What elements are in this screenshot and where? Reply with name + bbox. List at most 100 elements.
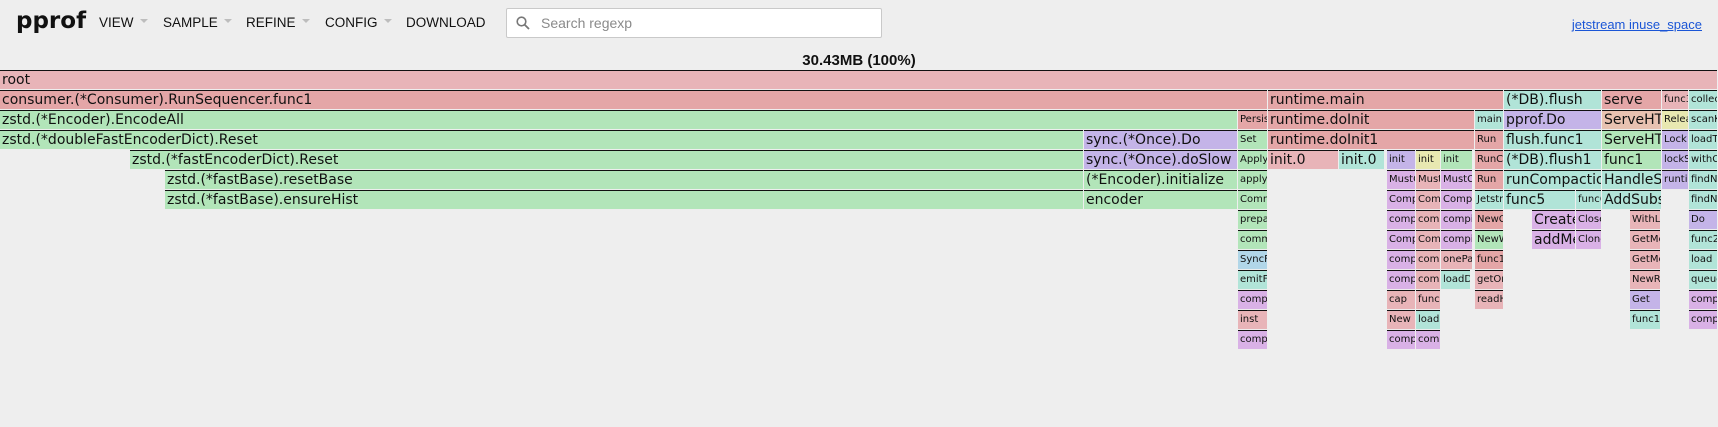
flame-frame-loaddata[interactable]: loadData [1441, 270, 1470, 289]
flame-frame-findnode[interactable]: findNode [1689, 190, 1717, 209]
flame-frame-lockslow[interactable]: lockSlow [1662, 150, 1688, 169]
flame-frame-persist[interactable]: Persist [1238, 110, 1267, 129]
menu-download[interactable]: DOWNLOAD [406, 15, 486, 30]
flame-frame-zstd-encoder-encodeall[interactable]: zstd.(*Encoder).EncodeAll [0, 110, 1237, 129]
flame-frame-compile[interactable]: compile [1416, 330, 1440, 349]
flame-frame-set[interactable]: Set [1238, 130, 1267, 149]
flame-frame-func3[interactable]: func3 [1662, 90, 1688, 109]
flame-frame-run[interactable]: Run [1475, 170, 1503, 189]
flame-frame-db-flush[interactable]: (*DB).flush [1504, 90, 1601, 109]
flame-frame-init[interactable]: init [1416, 150, 1440, 169]
flame-frame-compile[interactable]: compile [1387, 250, 1415, 269]
profile-link[interactable]: jetstream inuse_space [1572, 17, 1702, 32]
flame-frame-runcommand[interactable]: RunCommand [1475, 150, 1503, 169]
flame-frame-init-0[interactable]: init.0 [1339, 150, 1384, 169]
flame-frame-compile[interactable]: compile [1416, 270, 1440, 289]
flame-frame-getmetrics[interactable]: GetMetrics [1630, 230, 1660, 249]
flame-frame-withlabels[interactable]: WithLabels [1630, 210, 1660, 229]
flame-frame-get[interactable]: Get [1630, 290, 1660, 309]
flame-frame-func1[interactable]: func1 [1630, 310, 1660, 329]
flame-frame-compile[interactable]: Compile [1416, 190, 1440, 209]
flame-frame-compile[interactable]: compile [1416, 210, 1440, 229]
flame-frame-prepare[interactable]: prepare [1238, 210, 1267, 229]
flame-frame-emitfile[interactable]: emitFile [1238, 270, 1267, 289]
flame-frame-getorcreate[interactable]: getOrCreate [1475, 270, 1503, 289]
flame-frame-consumer-consumer-runsequencer-func1[interactable]: consumer.(*Consumer).RunSequencer.func1 [0, 90, 1267, 109]
flame-frame-withcache[interactable]: withCache [1689, 150, 1717, 169]
flame-frame-servehttp[interactable]: ServeHTTP [1602, 130, 1661, 149]
flame-frame-runtime-main[interactable]: runtime.main [1268, 90, 1503, 109]
flame-frame-getmetrics[interactable]: GetMetrics [1630, 250, 1660, 269]
flame-frame-func2[interactable]: func2 [1689, 230, 1717, 249]
flame-frame-zstd-fastencoderdict-reset[interactable]: zstd.(*fastEncoderDict).Reset [130, 150, 1083, 169]
flame-frame-close[interactable]: Close [1576, 210, 1601, 229]
flame-frame-compile[interactable]: compile [1387, 210, 1415, 229]
flame-frame-compile[interactable]: compile [1416, 250, 1440, 269]
flame-frame-lock[interactable]: Lock [1662, 130, 1688, 149]
flame-frame-func5[interactable]: func5 [1504, 190, 1575, 209]
menu-view[interactable]: VIEW [99, 15, 148, 30]
flame-frame-compile[interactable]: Compile [1416, 230, 1440, 249]
flame-frame-func6[interactable]: func6 [1576, 190, 1601, 209]
flame-frame-collect[interactable]: collect [1689, 90, 1717, 109]
flame-frame-flush-func1[interactable]: flush.func1 [1504, 130, 1601, 149]
flame-frame-readheader[interactable]: readHeader [1475, 290, 1503, 309]
flame-frame-cap[interactable]: cap [1387, 290, 1415, 309]
menu-config[interactable]: CONFIG [325, 15, 392, 30]
flame-frame-compile[interactable]: Compile [1387, 190, 1415, 209]
flame-frame-pprof-do[interactable]: pprof.Do [1504, 110, 1601, 129]
menu-refine[interactable]: REFINE [246, 15, 310, 30]
flame-frame-release[interactable]: Release [1662, 110, 1688, 129]
flame-frame-root[interactable]: root [0, 70, 1717, 89]
flame-frame-run[interactable]: Run [1475, 130, 1503, 149]
flame-frame-clone[interactable]: Clone [1576, 230, 1601, 249]
flame-frame-syncfile[interactable]: SyncFile [1238, 250, 1267, 269]
flame-frame-zstd-fastbase-ensurehist[interactable]: zstd.(*fastBase).ensureHist [165, 190, 1083, 209]
flame-frame-db-flush1[interactable]: (*DB).flush1 [1504, 150, 1601, 169]
flame-frame-runtime-doinit1[interactable]: runtime.doInit1 [1268, 130, 1474, 149]
flame-frame-init[interactable]: init [1441, 150, 1472, 169]
flame-frame-compile[interactable]: Compile [1387, 230, 1415, 249]
flame-frame-newworker[interactable]: NewWorker [1475, 230, 1503, 249]
flame-frame-mustcompile[interactable]: MustCompile [1416, 170, 1440, 189]
flame-frame-compile[interactable]: compile [1689, 310, 1717, 329]
flame-frame-encoder-initialize[interactable]: (*Encoder).initialize [1084, 170, 1237, 189]
flame-frame-serve[interactable]: serve [1602, 90, 1661, 109]
flame-frame-zstd-doublefastencoderdict-reset[interactable]: zstd.(*doubleFastEncoderDict).Reset [0, 130, 1083, 149]
flame-frame-encoder[interactable]: encoder [1084, 190, 1237, 209]
flame-frame-commit[interactable]: Commit [1238, 190, 1267, 209]
flame-frame-commit[interactable]: commit [1238, 230, 1267, 249]
flame-frame-func1[interactable]: func1 [1602, 150, 1661, 169]
flame-frame-loadtable[interactable]: loadTable [1689, 130, 1717, 149]
flame-frame-compile[interactable]: Compile [1441, 190, 1472, 209]
flame-frame-queue[interactable]: queue [1689, 270, 1717, 289]
flame-frame-findnode[interactable]: findNode [1689, 170, 1717, 189]
flame-frame-onepass[interactable]: onePass [1441, 250, 1472, 269]
flame-frame-init[interactable]: init [1387, 150, 1415, 169]
flame-frame-addmetadata[interactable]: addMetadata [1532, 230, 1575, 249]
flame-frame-func1[interactable]: func1 [1475, 250, 1503, 269]
flame-frame-jetstream[interactable]: Jetstream [1475, 190, 1503, 209]
flame-frame-compile[interactable]: compile [1387, 270, 1415, 289]
flame-frame-runtime-doinit[interactable]: runtime.doInit [1268, 110, 1474, 129]
flame-frame-applyentry[interactable]: applyEntry [1238, 170, 1267, 189]
flame-frame-main[interactable]: main [1475, 110, 1503, 129]
flame-frame-load[interactable]: load [1416, 310, 1440, 329]
flame-frame-compile[interactable]: compile [1238, 290, 1267, 309]
flame-frame-do[interactable]: Do [1689, 210, 1717, 229]
menu-sample[interactable]: SAMPLE [163, 15, 232, 30]
flame-frame-compile[interactable]: compile [1238, 330, 1267, 349]
flame-frame-compile[interactable]: compile [1441, 210, 1472, 229]
flame-frame-scankey[interactable]: scanKey [1689, 110, 1717, 129]
search-input[interactable] [535, 9, 887, 37]
flame-frame-sync-once-doslow[interactable]: sync.(*Once).doSlow [1084, 150, 1237, 169]
flame-frame-zstd-fastbase-resetbase[interactable]: zstd.(*fastBase).resetBase [165, 170, 1083, 189]
flame-frame-compile[interactable]: compile [1387, 330, 1415, 349]
search-box[interactable] [506, 8, 887, 38]
flame-frame-inst[interactable]: inst [1238, 310, 1267, 329]
flame-frame-create[interactable]: Create [1532, 210, 1575, 229]
flame-frame-addsubscription[interactable]: AddSubscription [1602, 190, 1661, 209]
flame-frame-mustcompile[interactable]: MustCompile [1387, 170, 1415, 189]
flame-frame-init-0[interactable]: init.0 [1268, 150, 1338, 169]
flame-frame-newconsumer[interactable]: NewConsumer [1475, 210, 1503, 229]
